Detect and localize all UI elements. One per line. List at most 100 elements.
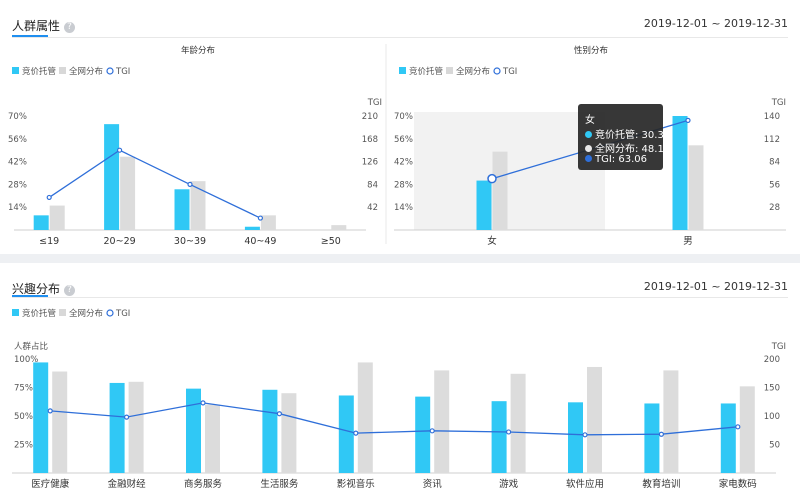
bar-bid-9 [720, 403, 736, 473]
tgi-point-1 [685, 117, 691, 123]
bar-bid-2 [174, 189, 190, 230]
x-tick-label: ≤19 [39, 236, 59, 247]
y-tick-label: 28% [394, 180, 413, 190]
bar-bid-3 [244, 226, 260, 230]
chart-title: 年龄分布 [181, 45, 215, 56]
bar-bid-7 [568, 402, 583, 473]
legend-marker-tgi [493, 67, 501, 75]
bar-all-0 [492, 151, 508, 230]
tgi-point-6 [506, 429, 512, 435]
legend-label-tgi: TGI [115, 309, 130, 319]
crowd-charts-svg: 竞价托管 全网分布 TGI 竞价托管 全网分布 TGI 年龄分布 TGI 14% 28% 42% 56… [8, 44, 786, 247]
tooltip-row-all: 全网分布: 48.12 [585, 140, 670, 155]
y-tick-label: 75% [14, 384, 33, 394]
legend-label-all: 全网分布 [69, 66, 103, 77]
bar-bid-0 [33, 215, 49, 230]
bar-all-9 [739, 386, 755, 473]
y2-tick-label: 28 [769, 203, 780, 213]
y-tick-label: 25% [14, 441, 33, 451]
interest-distribution-panel: 兴趣分布? 2019-12-01 ~ 2019-12-31 竞价托管 全网分布 TG… [0, 263, 800, 500]
tgi-point-0 [487, 173, 497, 184]
y-tick-label: 70% [8, 112, 27, 122]
x-tick-label: 影视音乐 [337, 478, 376, 490]
y2-tick-label: 150 [764, 384, 780, 394]
tgi-point-5 [429, 428, 435, 434]
legend-swatch-all [446, 67, 453, 74]
bar-all-4 [331, 225, 347, 230]
x-tick-label: 资讯 [423, 479, 443, 490]
x-tick-label: 教育培训 [642, 478, 680, 490]
tooltip-dot-bid [585, 131, 592, 138]
y2-axis-title: TGI [367, 98, 382, 108]
y2-tick-label: 84 [769, 158, 780, 168]
y2-axis-title: TGI [771, 342, 786, 352]
y-tick-label: 28% [8, 180, 27, 190]
y2-axis-title: TGI [771, 98, 786, 108]
bar-all-8 [663, 370, 679, 473]
bar-all-0 [49, 205, 65, 230]
bar-bid-1 [104, 124, 120, 230]
x-tick-label: 游戏 [499, 478, 519, 490]
y-tick-label: 14% [8, 203, 27, 213]
x-tick-label: 20~29 [104, 236, 136, 247]
bar-bid-5 [415, 396, 431, 473]
y-tick-label: 42% [394, 158, 413, 168]
y-tick-label: 70% [394, 112, 413, 122]
bar-all-0 [52, 371, 68, 473]
tgi-point-0 [46, 194, 52, 201]
y2-tick-label: 210 [362, 112, 378, 122]
x-tick-label: 医疗健康 [31, 478, 70, 490]
bar-all-4 [357, 362, 373, 473]
tgi-point-2 [187, 181, 193, 187]
tgi-point-3 [276, 411, 282, 417]
x-tick-label: ≥50 [321, 236, 341, 247]
legend-marker-tgi [106, 67, 114, 75]
bar-bid-1 [109, 382, 125, 473]
x-tick-label: 40~49 [244, 236, 276, 247]
tooltip-row-tgi: TGI: 63.06 [585, 154, 647, 165]
x-tick-label: 女 [487, 235, 497, 247]
x-tick-label: 男 [683, 236, 693, 247]
legend-label-tgi: TGI [115, 67, 130, 77]
y-tick-label: 56% [8, 135, 27, 145]
tgi-point-2 [200, 400, 206, 406]
crowd-attributes-panel: 人群属性? 2019-12-01 ~ 2019-12-31 竞价托管 全网分布 TG… [0, 0, 800, 254]
tgi-point-9 [735, 424, 741, 430]
tooltip-title: 女 [585, 115, 595, 126]
tgi-point-4 [353, 430, 359, 436]
chart-title: 性别分布 [574, 45, 608, 56]
y2-tick-label: 42 [367, 203, 378, 213]
tgi-point-8 [658, 431, 665, 437]
y-tick-label: 50% [14, 412, 33, 422]
x-tick-label: 生活服务 [260, 478, 299, 490]
y2-tick-label: 168 [362, 135, 378, 145]
y2-tick-label: 126 [362, 158, 378, 168]
legend-swatch-all [59, 309, 66, 316]
bar-bid-4 [338, 395, 354, 473]
bar-bid-0 [33, 362, 49, 473]
y2-tick-label: 112 [764, 135, 780, 145]
y2-tick-label: 56 [769, 180, 780, 190]
legend-swatch-bid [12, 67, 19, 74]
bar-all-3 [281, 393, 297, 473]
legend-swatch-bid [12, 309, 19, 316]
bar-all-1 [128, 381, 144, 473]
tgi-point-1 [123, 414, 130, 420]
bar-bid-3 [262, 389, 278, 473]
legend-label-bid: 竞价托管 [409, 66, 443, 77]
legend-label-bid: 竞价托管 [22, 308, 56, 319]
x-tick-label: 商务服务 [184, 478, 223, 490]
y-tick-label: 42% [8, 158, 27, 168]
legend-label-bid: 竞价托管 [22, 66, 56, 77]
bar-all-1 [688, 145, 704, 230]
x-tick-label: 30~39 [174, 236, 206, 247]
bar-all-3 [260, 215, 276, 230]
bar-bid-6 [491, 401, 507, 473]
y-tick-label: 14% [394, 203, 413, 213]
tgi-point-7 [582, 432, 588, 438]
tgi-point-3 [257, 215, 263, 221]
legend-swatch-bid [399, 67, 406, 74]
y-axis-title: 人群占比 [14, 341, 48, 352]
tgi-line [48, 149, 261, 219]
hover-highlight [414, 112, 605, 230]
